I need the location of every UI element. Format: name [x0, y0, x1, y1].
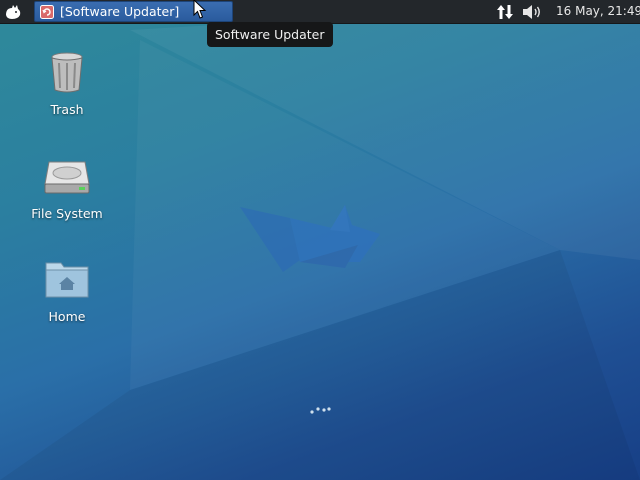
- top-panel: [Software Updater] 16 May, 21:49: [0, 0, 640, 24]
- xfce-mouse-icon: [6, 5, 21, 19]
- application-menu-button[interactable]: [2, 1, 24, 23]
- loading-spinner-icon: [310, 407, 331, 414]
- network-transfer-icon[interactable]: [495, 2, 515, 22]
- desktop-icon-file-system[interactable]: File System: [22, 152, 112, 221]
- desktop-icon-label: Home: [48, 309, 86, 324]
- taskbar-button-label: [Software Updater]: [60, 4, 180, 19]
- tooltip: Software Updater: [207, 22, 333, 47]
- mouse-pointer-icon: [193, 0, 207, 19]
- desktop-icon-label: Trash: [50, 102, 84, 117]
- desktop-icon-label: File System: [31, 206, 103, 221]
- trash-icon: [43, 48, 91, 96]
- desktop-icon-trash[interactable]: Trash: [22, 48, 112, 117]
- home-folder-icon: [43, 255, 91, 303]
- desktop[interactable]: Trash File System Home: [0, 0, 640, 480]
- hard-drive-icon: [43, 152, 91, 200]
- desktop-icon-home[interactable]: Home: [22, 255, 112, 324]
- software-updater-icon: [39, 4, 55, 20]
- panel-clock[interactable]: 16 May, 21:49: [556, 4, 640, 18]
- volume-icon[interactable]: [521, 3, 543, 21]
